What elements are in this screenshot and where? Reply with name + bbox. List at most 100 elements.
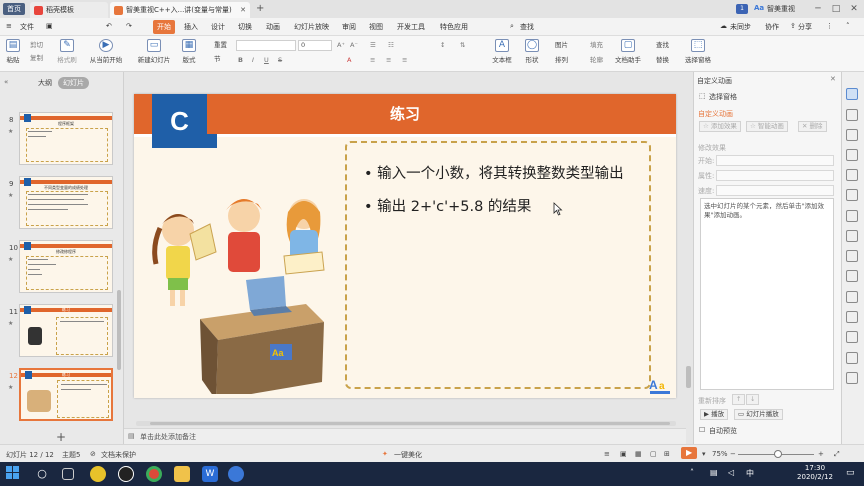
notes-pane[interactable] (124, 428, 686, 444)
notes-toggle-icon[interactable]: ≡ (604, 450, 610, 458)
slide-thumbnail-10[interactable]: 修改修程序 (19, 240, 113, 293)
notification-icon[interactable]: ▭ (846, 468, 855, 478)
chevron-up-icon[interactable]: ˄ (846, 22, 850, 30)
protection-status[interactable]: 文档未保护 (101, 450, 136, 460)
strikethrough-icon[interactable]: S (278, 55, 282, 65)
theme-name[interactable]: 主题5 (62, 450, 80, 460)
from-current-button[interactable]: ▶ 从当前开始 (86, 38, 126, 70)
zoom-slider-handle[interactable] (774, 450, 782, 458)
slide-thumbnail-8[interactable]: 程序框架 (19, 112, 113, 165)
share-button[interactable]: 分享 (798, 22, 812, 32)
wps-ppt-icon[interactable] (228, 466, 244, 482)
font-size-field[interactable]: 0 (298, 40, 332, 51)
sync-status[interactable]: 未同步 (730, 22, 751, 32)
sorter-view-icon[interactable]: ▦ (635, 450, 642, 458)
picture-button[interactable]: 图片 (555, 40, 568, 50)
explorer-icon[interactable] (174, 466, 190, 482)
tab-slideshow[interactable]: 幻灯片放映 (294, 22, 329, 32)
maximize-button[interactable]: □ (830, 3, 842, 15)
fill-button[interactable]: 填充 (590, 40, 603, 50)
font-color-icon[interactable]: A (347, 55, 351, 65)
arrange-button[interactable]: 排列 (555, 55, 568, 65)
tray-chevron-icon[interactable]: ˄ (690, 468, 694, 477)
outline-button[interactable]: 轮廓 (590, 55, 603, 65)
numbering-icon[interactable]: ☷ (388, 40, 394, 50)
save-icon[interactable]: ▣ (46, 22, 53, 30)
tab-slides-view[interactable]: 幻灯片 (58, 77, 89, 89)
slideshow-play-button[interactable]: ▶ (681, 447, 697, 459)
reading-view-icon[interactable]: ▢ (650, 450, 657, 458)
font-name-field[interactable] (236, 40, 296, 51)
search-menu[interactable]: 查找 (520, 22, 534, 32)
tab-outline-view[interactable]: 大纲 (38, 78, 52, 88)
underline-icon[interactable]: U (264, 55, 269, 65)
help-icon[interactable] (846, 311, 858, 323)
collapse-panel-icon[interactable]: « (4, 78, 8, 86)
table-icon[interactable] (846, 169, 858, 181)
tools-icon[interactable] (846, 372, 858, 384)
zoom-level[interactable]: 75% (712, 450, 728, 458)
property-select[interactable] (716, 170, 834, 181)
zoom-dropdown[interactable]: ▾ (702, 450, 706, 458)
zoom-out-button[interactable]: − (730, 450, 736, 458)
paste-button[interactable]: ▤ 粘贴 (0, 38, 26, 70)
tab-transition[interactable]: 切换 (238, 22, 252, 32)
speed-select[interactable] (716, 185, 834, 196)
redo-icon[interactable]: ↷ (126, 22, 132, 30)
italic-icon[interactable]: I (252, 55, 254, 65)
tab-design[interactable]: 设计 (211, 22, 225, 32)
close-window-button[interactable]: ✕ (848, 3, 860, 15)
search-icon[interactable]: ⌕ (510, 22, 514, 31)
increase-font-icon[interactable]: A⁺ (337, 40, 345, 50)
layout-button[interactable]: ▦ 版式 (178, 38, 200, 70)
doc-assistant-button[interactable]: ▢ 文档助手 (612, 38, 644, 70)
bold-icon[interactable]: B (238, 55, 243, 65)
move-up-button[interactable]: ↑ (732, 394, 746, 405)
new-slide-button[interactable]: ▭ 新建幻灯片 (134, 38, 174, 70)
notes-placeholder[interactable]: 单击此处添加备注 (140, 432, 196, 442)
template-icon[interactable] (846, 189, 858, 201)
slideshow-button[interactable]: ▭ 幻灯片播放 (734, 409, 783, 420)
tab-developer[interactable]: 开发工具 (397, 22, 425, 32)
collab-button[interactable]: 协作 (765, 22, 779, 32)
chrome-icon[interactable] (146, 466, 162, 482)
tab-docer-templates[interactable]: 稻壳模板 (30, 2, 108, 18)
section-button[interactable]: 节 (214, 54, 221, 64)
close-tab-icon[interactable]: ✕ (240, 6, 246, 14)
book-view-icon[interactable]: ⊞ (664, 450, 670, 458)
move-down-button[interactable]: ↓ (746, 394, 760, 405)
format-painter-button[interactable]: ✎ 格式刷 (52, 38, 82, 70)
animation-pane-icon[interactable] (846, 88, 858, 100)
animation-list-box[interactable]: 选中幻灯片的某个元素，然后单击"添加效果"添加动画。 (700, 198, 834, 390)
close-pane-icon[interactable]: ✕ (830, 75, 836, 83)
tab-view[interactable]: 视图 (369, 22, 383, 32)
new-tab-button[interactable]: + (256, 3, 264, 14)
taskbar-clock[interactable]: 17:30 2020/2/12 (797, 464, 833, 482)
canvas-vertical-scrollbar[interactable] (686, 366, 691, 388)
home-tab[interactable]: 首页 (3, 3, 25, 15)
zoom-in-button[interactable]: + (818, 450, 824, 458)
slide-title[interactable]: 练习 (134, 94, 676, 134)
align-left-icon[interactable]: ≡ (370, 55, 375, 65)
slide-thumbnail-11[interactable]: 练习 (19, 304, 113, 357)
share-panel-icon[interactable] (846, 270, 858, 282)
replace-button[interactable]: 替换 (656, 55, 669, 65)
kids-at-desk-illustration[interactable]: Aa (146, 194, 346, 394)
tab-review[interactable]: 审阅 (342, 22, 356, 32)
tab-insert[interactable]: 插入 (184, 22, 198, 32)
canvas-scroll-thumb[interactable] (150, 422, 670, 425)
thumbnail-scrollbar[interactable] (117, 290, 121, 370)
minimize-button[interactable]: ─ (812, 3, 824, 15)
ime-icon[interactable]: 中 (746, 468, 754, 479)
more-icon[interactable]: ⋮ (826, 22, 833, 30)
tab-features[interactable]: 特色应用 (440, 22, 468, 32)
text-direction-icon[interactable]: ⇅ (460, 40, 465, 50)
tab-home[interactable]: 开始 (153, 20, 175, 34)
taskbar-search-icon[interactable]: ○ (34, 466, 50, 482)
decrease-font-icon[interactable]: A⁻ (350, 40, 358, 50)
tab-current-document[interactable]: 智美重视C++入...讲(变量与常量) ✕ (110, 2, 250, 18)
page-badge[interactable]: 1 (736, 4, 748, 14)
start-select[interactable] (716, 155, 834, 166)
layout-icon[interactable] (846, 230, 858, 242)
align-right-icon[interactable]: ≡ (402, 55, 407, 65)
